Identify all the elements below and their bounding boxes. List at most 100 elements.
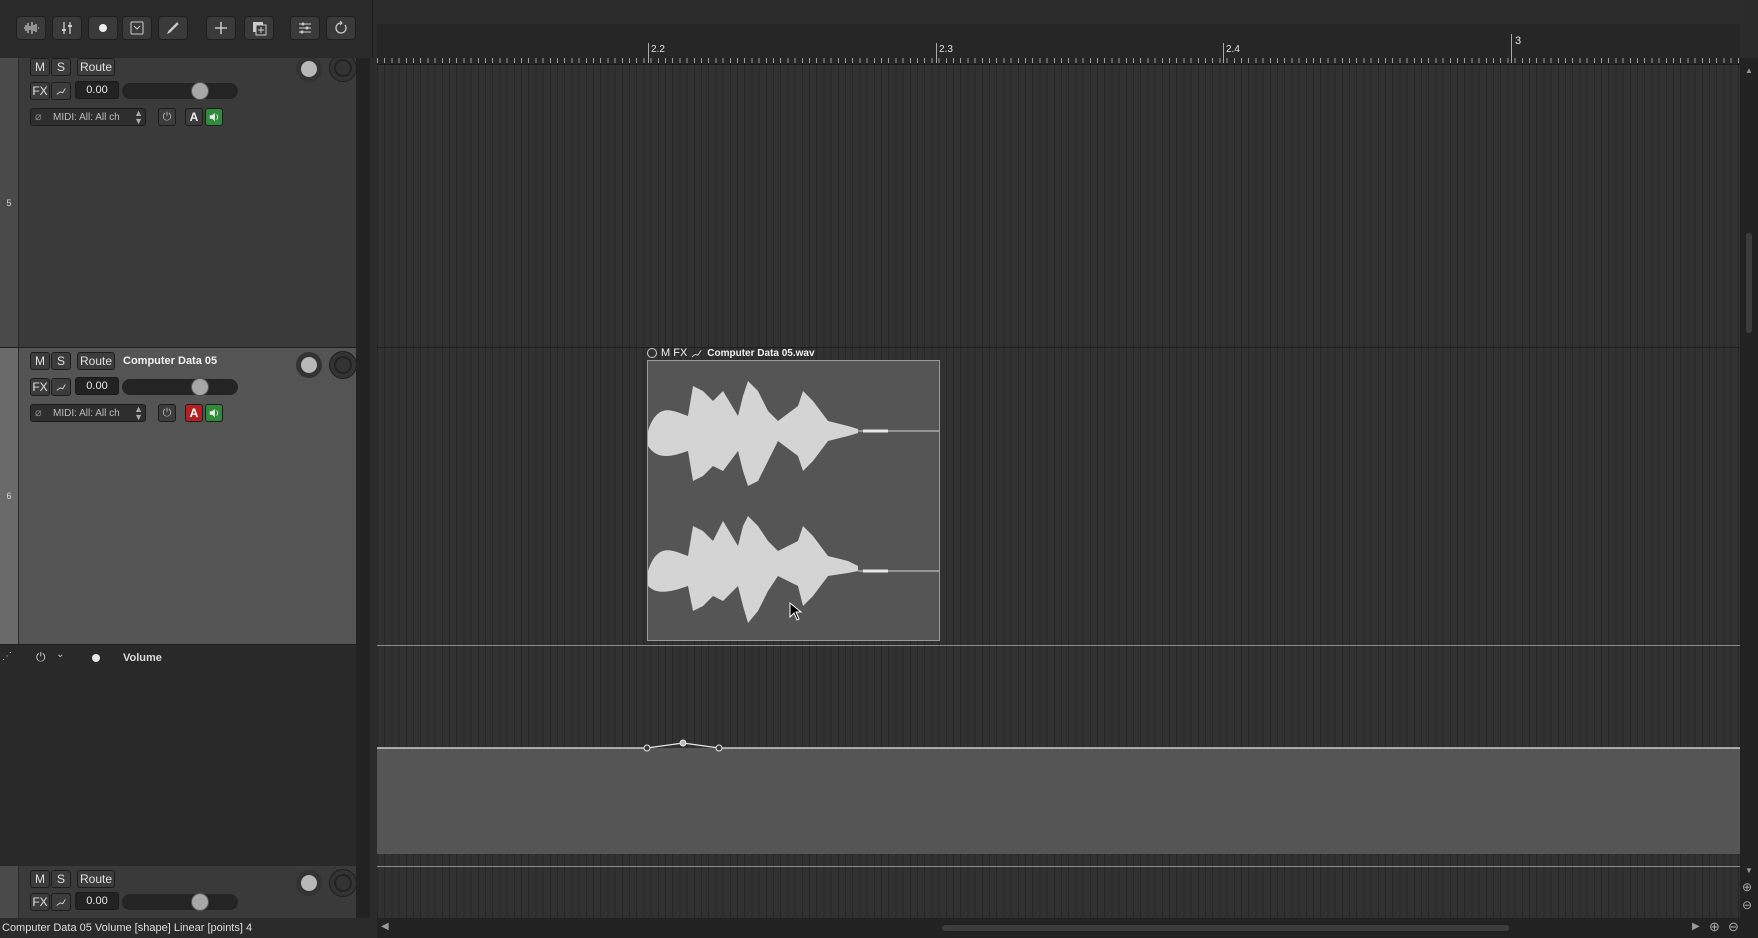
midi-input-select[interactable]: ⌀ MIDI: All: All ch ▲ ▼ — [30, 108, 146, 126]
route-button[interactable]: Route — [77, 58, 115, 76]
mixer-icon[interactable] — [52, 16, 82, 40]
phase-icon[interactable]: ⌀ — [35, 406, 49, 419]
scroll-left-icon[interactable]: ◀ — [381, 921, 389, 932]
envelope-curve-icon[interactable]: ⋰ — [2, 651, 12, 662]
width-knob[interactable] — [329, 58, 357, 82]
item-name[interactable]: Computer Data 05.wav — [707, 348, 814, 359]
duplicate-icon[interactable] — [244, 16, 274, 40]
arm-envelope-icon[interactable] — [92, 654, 100, 662]
volume-readout[interactable]: 0.00 — [75, 377, 119, 395]
envelope-button[interactable] — [51, 378, 71, 396]
envelope-bypass-icon[interactable]: ⏻ — [36, 650, 46, 665]
automation-mode-button[interactable]: A — [185, 108, 203, 126]
route-button[interactable]: Route — [77, 352, 115, 370]
item-lock-icon[interactable] — [647, 348, 657, 358]
envelope-icon — [56, 899, 66, 906]
monitor-power-icon[interactable]: ⏻ — [158, 404, 176, 422]
speaker-icon[interactable] — [205, 108, 223, 126]
volume-envelope-line[interactable] — [377, 735, 1740, 755]
track-control-panel: 5 M S Route FX 0.00 ⌀ MIDI: All: All ch … — [0, 58, 370, 920]
solo-button[interactable]: S — [51, 352, 71, 370]
add-track-icon[interactable] — [206, 16, 236, 40]
track-panel-6[interactable]: 6 M S Route Computer Data 05 FX 0.00 ⌀ M… — [0, 348, 357, 645]
horizontal-scrollbar[interactable]: ◀ ▶ ⊕ ⊖ — [377, 918, 1758, 938]
fx-button[interactable]: FX — [30, 82, 50, 100]
track-panel-7[interactable]: M S Route FX 0.00 — [0, 866, 357, 920]
fader-handle[interactable] — [191, 82, 209, 100]
mute-button[interactable]: M — [30, 352, 50, 370]
fx-button[interactable]: FX — [30, 378, 50, 396]
status-bar: Computer Data 05 Volume [shape] Linear [… — [0, 918, 370, 938]
pan-knob[interactable] — [296, 352, 322, 378]
ruler-label: 2.4 — [1226, 44, 1240, 55]
ruler-region-lane[interactable] — [377, 0, 1740, 24]
zoom-in-icon[interactable]: ⊕ — [1742, 880, 1752, 894]
fx-button[interactable]: FX — [30, 893, 50, 911]
envelope-icon[interactable] — [691, 349, 703, 358]
loop-icon[interactable] — [326, 16, 356, 40]
speaker-icon[interactable] — [205, 404, 223, 422]
mouse-cursor-icon — [789, 602, 803, 621]
midi-input-select[interactable]: ⌀ MIDI: All: All ch ▲ ▼ — [30, 404, 146, 422]
track-divider — [377, 866, 1740, 867]
arrange-view[interactable]: 2.2 2.3 2.4 3 M FX Computer Data 05.wav — [377, 0, 1740, 920]
envelope-button[interactable] — [51, 82, 71, 100]
metronome-icon[interactable] — [122, 16, 152, 40]
record-icon[interactable] — [88, 16, 118, 40]
ruler-label: 2.2 — [651, 44, 665, 55]
media-item[interactable] — [647, 360, 940, 641]
mute-button[interactable]: M — [30, 58, 50, 76]
tcp-scrollbar[interactable] — [356, 58, 370, 920]
updown-icon: ▲ ▼ — [134, 404, 143, 422]
scroll-right-icon[interactable]: ▶ — [1692, 921, 1700, 932]
track-number[interactable]: 6 — [0, 348, 19, 644]
monitor-power-icon[interactable]: ⏻ — [158, 108, 176, 126]
pan-knob[interactable] — [296, 58, 322, 82]
fader-handle[interactable] — [191, 378, 209, 396]
pan-knob[interactable] — [296, 870, 322, 896]
timeline-ruler[interactable]: 2.2 2.3 2.4 3 — [377, 24, 1740, 65]
volume-fader[interactable] — [122, 82, 238, 100]
tempo-list-icon[interactable] — [290, 16, 320, 40]
envelope-lane-panel[interactable]: ⋰ ⏻ ⌄ Volume — [0, 645, 370, 867]
solo-button[interactable]: S — [51, 870, 71, 888]
automation-mode-button[interactable]: A — [185, 404, 203, 422]
envelope-icon — [56, 88, 66, 95]
envelope-icon — [56, 384, 66, 391]
scroll-down-icon[interactable]: ▼ — [1745, 866, 1753, 875]
ruler-minor-ticks — [377, 58, 1740, 63]
track-number[interactable]: 5 — [0, 58, 19, 347]
zoom-in-icon[interactable]: ⊕ — [1709, 919, 1720, 935]
zoom-out-icon[interactable]: ⊖ — [1742, 898, 1752, 912]
envelope-button[interactable] — [51, 893, 71, 911]
mute-button[interactable]: M — [30, 870, 50, 888]
track-number[interactable] — [0, 866, 19, 920]
media-item-header[interactable]: M FX Computer Data 05.wav — [647, 345, 940, 361]
midi-input-label: MIDI: All: All ch — [53, 407, 120, 419]
route-button[interactable]: Route — [77, 870, 115, 888]
phase-icon[interactable]: ⌀ — [35, 110, 49, 123]
ruler-label: 3 — [1515, 35, 1522, 47]
zoom-out-icon[interactable]: ⊖ — [1728, 919, 1739, 935]
volume-readout[interactable]: 0.00 — [75, 892, 119, 910]
volume-fader[interactable] — [122, 378, 238, 396]
width-knob[interactable] — [329, 869, 357, 897]
waveform — [648, 381, 939, 623]
ruler-label: 2.3 — [939, 44, 953, 55]
fader-handle[interactable] — [191, 893, 209, 911]
vertical-scrollbar[interactable]: ▲ ▼ ⊕ ⊖ — [1740, 58, 1758, 918]
track-panel-5[interactable]: 5 M S Route FX 0.00 ⌀ MIDI: All: All ch … — [0, 58, 357, 348]
volume-envelope-area[interactable] — [377, 748, 1740, 854]
width-knob[interactable] — [329, 351, 357, 379]
vertical-scroll-thumb[interactable] — [1746, 233, 1752, 333]
solo-button[interactable]: S — [51, 58, 71, 76]
pencil-icon[interactable] — [158, 16, 188, 40]
chevron-down-icon[interactable]: ⌄ — [56, 649, 64, 660]
waveform-icon[interactable] — [16, 16, 46, 40]
volume-readout[interactable]: 0.00 — [75, 81, 119, 99]
item-header-prefix[interactable]: M FX — [661, 347, 687, 359]
scroll-up-icon[interactable]: ▲ — [1745, 66, 1753, 75]
track-name[interactable]: Computer Data 05 — [123, 355, 217, 367]
horizontal-scroll-thumb[interactable] — [942, 925, 1509, 931]
volume-fader[interactable] — [122, 893, 238, 911]
